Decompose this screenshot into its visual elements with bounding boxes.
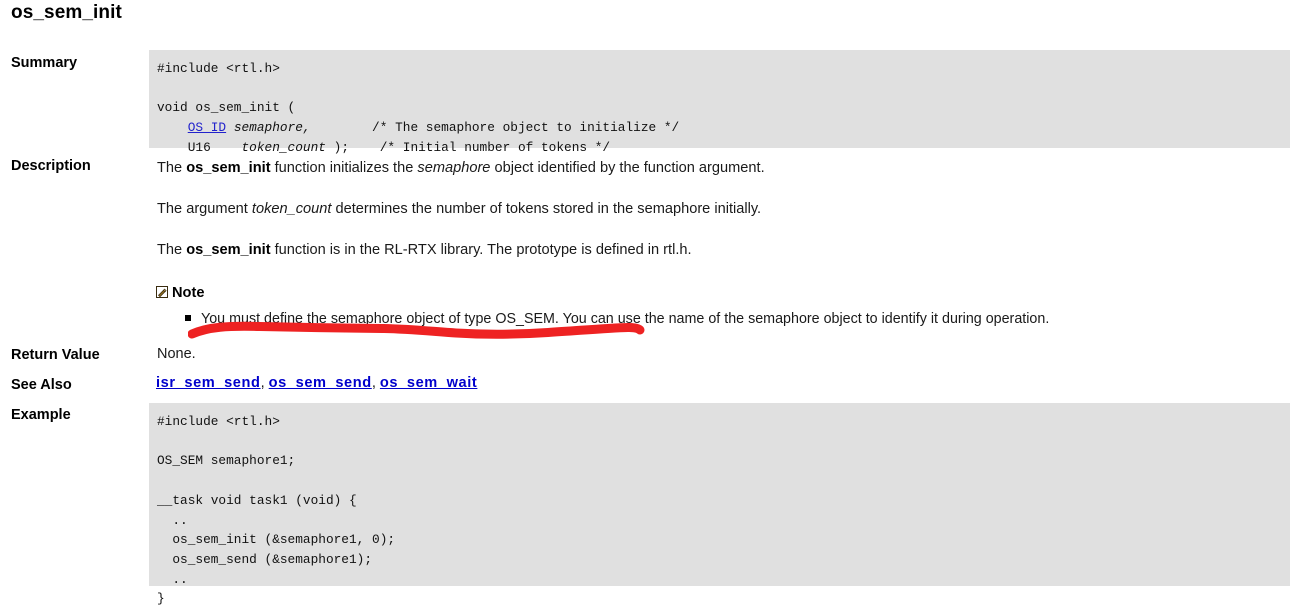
- code-line: void os_sem_init (: [157, 100, 296, 116]
- description-paragraph-3: The os_sem_init function is in the RL-RT…: [157, 241, 692, 259]
- description-paragraph-2: The argument token_count determines the …: [157, 200, 761, 218]
- para1-mid: function initializes the: [270, 160, 418, 176]
- code-line-param-token-count: U16 token_count ); /* Initial number of …: [157, 139, 611, 155]
- section-label-example: Example: [11, 407, 71, 423]
- para1-prefix: The: [157, 160, 187, 176]
- note-list: You must define the semaphore object of …: [185, 310, 1049, 328]
- code-line: os_sem_init (&semaphore1, 0);: [157, 532, 396, 548]
- description-paragraph-1: The os_sem_init function initializes the…: [157, 159, 765, 177]
- section-label-description: Description: [11, 158, 91, 174]
- code-line: #include <rtl.h>: [157, 61, 280, 76]
- code-line: ..: [157, 512, 188, 528]
- code-line: #include <rtl.h>: [157, 414, 280, 429]
- return-value-text: None.: [157, 346, 196, 362]
- os-id-type-link[interactable]: OS_ID: [188, 120, 226, 135]
- para2-prefix: The argument: [157, 201, 252, 217]
- para3-function-name: os_sem_init: [186, 242, 271, 258]
- summary-code-block: #include <rtl.h> void os_sem_init ( OS_I…: [149, 50, 1290, 155]
- para2-suffix: determines the number of tokens stored i…: [331, 201, 762, 217]
- note-pencil-icon: [156, 286, 168, 302]
- para1-italic: semaphore: [417, 160, 491, 176]
- note-item-text: You must define the semaphore object of …: [201, 311, 1050, 327]
- example-code-block: #include <rtl.h> OS_SEM semaphore1; __ta…: [149, 403, 1290, 606]
- page-title: os_sem_init: [11, 2, 122, 23]
- note-bullet-icon: [185, 315, 191, 321]
- see-also-link-os-sem-send[interactable]: os_sem_send: [269, 375, 372, 391]
- para3-mid: function is in the RL-RTX library. The p…: [270, 242, 692, 258]
- note-heading: Note: [156, 285, 204, 302]
- code-line: }: [157, 591, 165, 607]
- note-heading-label: Note: [172, 285, 205, 301]
- section-label-return-value: Return Value: [11, 347, 100, 363]
- section-label-summary: Summary: [11, 55, 78, 71]
- see-also-link-os-sem-wait[interactable]: os_sem_wait: [380, 375, 477, 391]
- section-label-see-also: See Also: [11, 377, 72, 393]
- para2-italic-arg: token_count: [251, 201, 332, 217]
- see-also-separator: ,: [371, 375, 380, 391]
- code-line-param-semaphore: OS_ID semaphore, /* The semaphore object…: [187, 120, 680, 136]
- see-also-link-isr-sem-send[interactable]: isr_sem_send: [156, 375, 261, 391]
- para1-function-name: os_sem_init: [186, 160, 271, 176]
- para3-prefix: The: [157, 242, 187, 258]
- code-line: OS_SEM semaphore1;: [157, 453, 296, 469]
- para1-suffix: object identified by the function argume…: [490, 160, 765, 176]
- see-also-separator: ,: [260, 375, 269, 391]
- see-also-links: isr_sem_send, os_sem_send, os_sem_wait: [156, 375, 477, 391]
- code-line: ..: [157, 571, 188, 587]
- param-name-semaphore: semaphore,: [233, 120, 311, 136]
- code-line: __task void task1 (void) {: [157, 492, 357, 508]
- code-line: os_sem_send (&semaphore1);: [157, 551, 373, 567]
- param-name-token-count: token_count: [241, 139, 326, 155]
